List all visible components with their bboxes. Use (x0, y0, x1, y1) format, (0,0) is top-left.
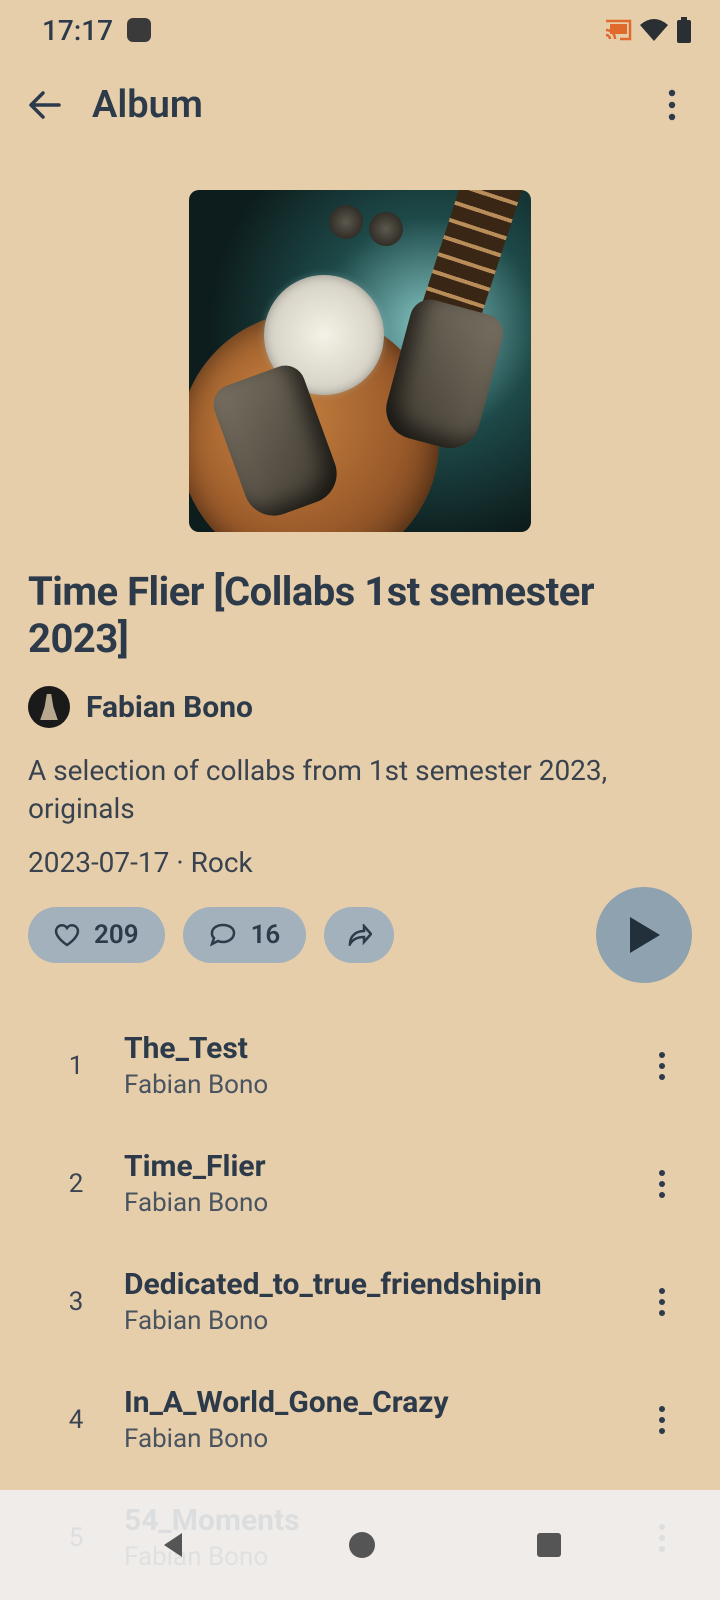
wifi-icon (640, 19, 668, 41)
share-button[interactable] (324, 907, 394, 963)
nav-recents-icon (535, 1531, 563, 1559)
album-cover[interactable] (189, 190, 531, 532)
action-row: 209 16 (28, 907, 692, 963)
album-title: Time Flier [Collabs 1st semester 2023] (28, 568, 692, 662)
status-notification-dot (127, 18, 151, 42)
track-more-button[interactable] (632, 1051, 692, 1081)
track-more-button[interactable] (632, 1169, 692, 1199)
cast-icon (604, 18, 632, 42)
play-button[interactable] (596, 887, 692, 983)
more-vert-icon (658, 1169, 666, 1199)
page-title: Album (92, 83, 203, 127)
track-artist: Fabian Bono (124, 1070, 632, 1100)
album-genre: Rock (191, 846, 253, 879)
like-count: 209 (94, 920, 139, 950)
share-icon (346, 924, 372, 946)
track-artist: Fabian Bono (124, 1188, 632, 1218)
status-icons (604, 17, 692, 43)
more-vert-icon (658, 1287, 666, 1317)
track-more-button[interactable] (632, 1287, 692, 1317)
nav-back-icon (158, 1529, 190, 1561)
track-title: Dedicated_to_true_friendshipin (124, 1267, 632, 1302)
app-header: Album (0, 60, 720, 150)
more-vert-icon (658, 1051, 666, 1081)
album-date: 2023-07-17 (28, 846, 169, 879)
comment-button[interactable]: 16 (183, 907, 307, 963)
back-button[interactable] (18, 77, 74, 133)
heart-icon (54, 923, 80, 947)
artist-name: Fabian Bono (86, 690, 253, 725)
status-bar: 17:17 (0, 0, 720, 60)
track-number: 1 (48, 1051, 104, 1081)
header-more-button[interactable] (644, 77, 700, 133)
play-icon (626, 915, 662, 955)
more-vert-icon (658, 1405, 666, 1435)
track-row[interactable]: 2 Time_Flier Fabian Bono (28, 1125, 692, 1243)
track-title: The_Test (124, 1031, 632, 1066)
artist-row[interactable]: Fabian Bono (28, 686, 692, 728)
track-row[interactable]: 1 The_Test Fabian Bono (28, 1007, 692, 1125)
more-vert-icon (668, 89, 676, 121)
track-number: 4 (48, 1405, 104, 1435)
nav-home-button[interactable] (347, 1530, 377, 1560)
nav-recents-button[interactable] (535, 1531, 563, 1559)
like-button[interactable]: 209 (28, 907, 165, 963)
arrow-left-icon (27, 86, 65, 124)
track-number: 3 (48, 1287, 104, 1317)
track-more-button[interactable] (632, 1405, 692, 1435)
album-meta: 2023-07-17 · Rock (28, 846, 692, 879)
battery-icon (676, 17, 692, 43)
track-title: Time_Flier (124, 1149, 632, 1184)
status-time: 17:17 (42, 14, 113, 47)
track-artist: Fabian Bono (124, 1306, 632, 1336)
track-row[interactable]: 4 In_A_World_Gone_Crazy Fabian Bono (28, 1361, 692, 1479)
nav-home-icon (347, 1530, 377, 1560)
comment-count: 16 (251, 920, 281, 950)
track-title: In_A_World_Gone_Crazy (124, 1385, 632, 1420)
track-row[interactable]: 3 Dedicated_to_true_friendshipin Fabian … (28, 1243, 692, 1361)
comment-icon (209, 923, 237, 947)
track-artist: Fabian Bono (124, 1424, 632, 1454)
nav-back-button[interactable] (158, 1529, 190, 1561)
artist-avatar (28, 686, 70, 728)
track-number: 2 (48, 1169, 104, 1199)
album-description: A selection of collabs from 1st semester… (28, 752, 692, 828)
system-nav-bar (0, 1490, 720, 1600)
